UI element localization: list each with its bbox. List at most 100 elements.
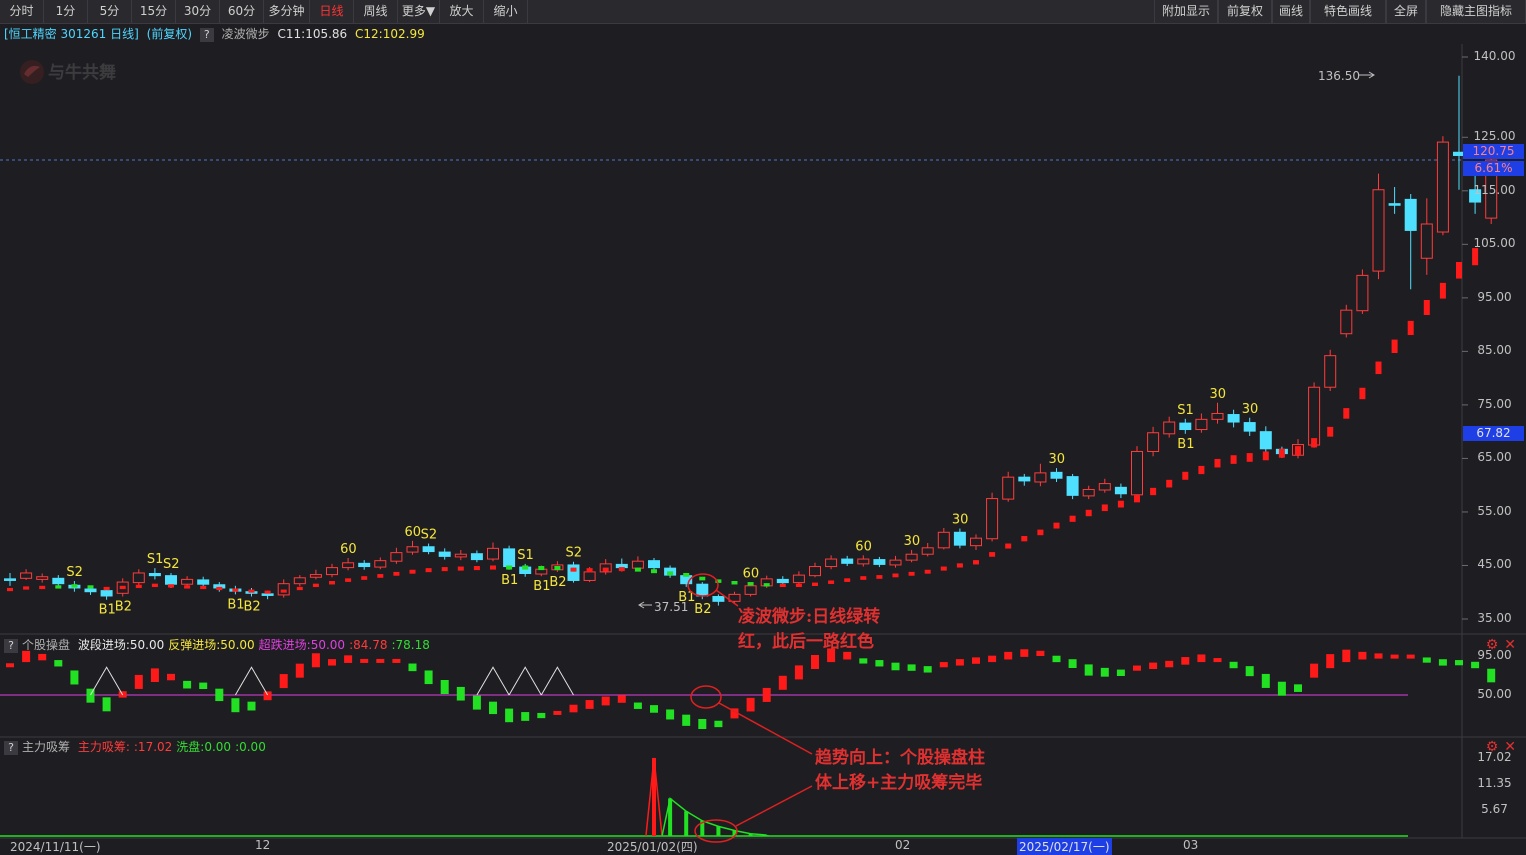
panel3-y-label: 11.35 (1477, 775, 1512, 790)
annotation-1-line-1: 凌波微步:日线绿转 (738, 607, 881, 627)
signal-marker: S2 (66, 565, 83, 580)
lingbo-step-mark (1423, 299, 1430, 316)
candle-body (567, 564, 580, 581)
lingbo-step-mark (570, 567, 577, 572)
panel2-bar (295, 663, 304, 678)
signal-marker: B1 (99, 603, 116, 618)
panel2-name: 个股操盘 (22, 638, 71, 652)
lingbo-step-mark (7, 587, 13, 592)
lingbo-step-mark (602, 567, 609, 572)
close-icon[interactable]: ✕ (1504, 739, 1516, 755)
panel2-bar (601, 696, 610, 706)
annotation-2-line-1: 趋势向上：个股操盘柱 (815, 748, 985, 768)
panel2-bar (682, 714, 691, 726)
panel2-bar (955, 659, 964, 666)
candle-body (309, 574, 322, 578)
candle-body (696, 583, 709, 597)
candle-body (1195, 418, 1208, 431)
panel2-bar (1455, 660, 1463, 666)
candle-body (1420, 223, 1433, 259)
candle-body (181, 578, 194, 585)
candle-body (4, 578, 16, 581)
lingbo-step-mark (1021, 536, 1028, 542)
panel3-red-bar (652, 758, 656, 836)
lingbo-step-mark (361, 576, 368, 580)
candle-body (792, 574, 805, 584)
lingbo-step-mark (828, 580, 835, 584)
panel2-bar (1084, 664, 1093, 676)
candle-body (1324, 355, 1337, 388)
lingbo-step-mark (1278, 448, 1285, 458)
candle-body (293, 577, 306, 585)
lingbo-step-mark (1037, 529, 1044, 536)
candle-body (1356, 274, 1369, 312)
gear-icon[interactable]: ⚙ (1486, 637, 1499, 653)
candle-body (84, 588, 97, 593)
candle-body (20, 572, 33, 579)
lingbo-step-mark (296, 586, 303, 591)
lingbo-step-mark (908, 571, 915, 576)
lingbo-step-mark (860, 576, 867, 580)
panel3-help-icon[interactable]: ? (4, 740, 18, 755)
candle-body (712, 596, 725, 602)
panel2-bar (505, 708, 514, 723)
lingbo-step-mark (441, 567, 448, 572)
panel2-triangle (90, 666, 124, 696)
panel2-bar (1181, 657, 1190, 665)
lingbo-step-mark (1005, 543, 1012, 549)
panel2-bar (1229, 661, 1238, 669)
panel2-bar (311, 653, 320, 668)
panel2-triangle (540, 666, 574, 696)
signal-marker: 30 (1242, 402, 1259, 417)
panel2-bar (167, 673, 175, 681)
panel2-bar (1438, 659, 1447, 666)
panel3-value: :17.02 (133, 740, 173, 754)
panel2-bar (714, 720, 723, 728)
lingbo-step-mark (989, 552, 996, 557)
lingbo-step-mark (1407, 320, 1414, 336)
annotation-text-2: 趋势向上：个股操盘柱 体上移+主力吸筹完毕 (815, 746, 985, 796)
panel2-bar (279, 674, 288, 689)
lingbo-step-mark (763, 583, 770, 587)
panel2-bar (939, 662, 948, 668)
candle-body (953, 531, 966, 546)
panel3-value: :0.00 (235, 740, 266, 754)
panel2-help-icon[interactable]: ? (4, 638, 18, 653)
panel2-bar (54, 660, 63, 667)
lingbo-step-mark (1472, 248, 1479, 266)
lingbo-step-mark (23, 586, 30, 590)
panel2-bar (585, 700, 594, 709)
panel2-value: 波段进场:50.00 (77, 638, 165, 652)
panel2-bar (666, 709, 675, 720)
lingbo-step-mark (87, 585, 94, 589)
candle-body (1340, 309, 1353, 335)
panel2-bar (1310, 663, 1319, 678)
panel2-bar (1068, 659, 1077, 668)
panel2-bar (1165, 660, 1174, 668)
panel2-bar (134, 674, 143, 689)
annotation-2-line-2: 体上移+主力吸筹完毕 (815, 773, 983, 793)
candle-body (905, 553, 918, 561)
candle-body (921, 547, 934, 555)
panel2-y-label: 50.00 (1477, 687, 1512, 701)
panel2-bar (778, 675, 787, 690)
gear-icon[interactable]: ⚙ (1486, 739, 1499, 755)
candle-body (1114, 486, 1127, 495)
lingbo-step-mark (1085, 509, 1092, 517)
lingbo-step-mark (457, 566, 464, 571)
panel3-value: 洗盘:0.00 (176, 740, 232, 754)
lingbo-step-mark (1150, 487, 1157, 496)
lingbo-step-mark (892, 573, 899, 578)
annotation-arrow-3 (735, 785, 813, 827)
lingbo-step-mark (1198, 465, 1205, 475)
panel2-bar (70, 670, 79, 685)
signal-marker: B1 (501, 573, 518, 588)
close-icon[interactable]: ✕ (1504, 637, 1516, 653)
panel2-bar (344, 655, 353, 663)
panel2-bar (1213, 658, 1222, 663)
panel2-bar (1422, 657, 1431, 663)
candle-body (1308, 386, 1321, 446)
signal-marker: B2 (694, 602, 711, 617)
lingbo-step-mark (1343, 408, 1350, 419)
x-axis-label: 2025/01/02(四) (607, 840, 698, 854)
